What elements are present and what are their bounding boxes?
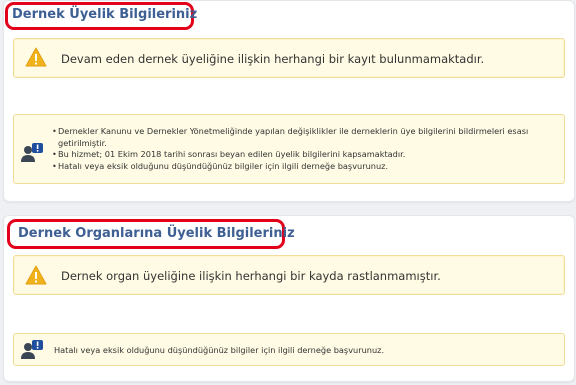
organs-warning-text: Dernek organ üyeliğine ilişkin herhangi … xyxy=(61,269,441,283)
membership-warning-text: Devam eden dernek üyeliğine ilişkin herh… xyxy=(61,52,485,66)
organs-card: Dernek Organlarına Üyelik Bilgileriniz D… xyxy=(3,215,575,382)
membership-info-list: Dernekler Kanunu ve Dernekler Yönetmeliğ… xyxy=(52,126,556,172)
organs-info-text: Hatalı veya eksik olduğunu düşündüğünüz … xyxy=(54,345,385,355)
info-list-item: Hatalı veya eksik olduğunu düşündüğünüz … xyxy=(52,161,556,173)
membership-info-box: Dernekler Kanunu ve Dernekler Yönetmeliğ… xyxy=(13,114,565,184)
organs-warning-box: Dernek organ üyeliğine ilişkin herhangi … xyxy=(13,255,565,295)
user-info-icon xyxy=(21,340,43,359)
membership-card: Dernek Üyelik Bilgileriniz Devam eden de… xyxy=(3,0,575,202)
membership-warning-box: Devam eden dernek üyeliğine ilişkin herh… xyxy=(13,38,565,78)
organs-info-box: Hatalı veya eksik olduğunu düşündüğünüz … xyxy=(13,333,565,366)
membership-title: Dernek Üyelik Bilgileriniz xyxy=(12,7,198,22)
warning-icon xyxy=(25,47,47,67)
organs-title: Dernek Organlarına Üyelik Bilgileriniz xyxy=(18,226,295,241)
warning-icon xyxy=(25,265,47,285)
info-list-item: Dernekler Kanunu ve Dernekler Yönetmeliğ… xyxy=(52,126,556,149)
info-list-item: Bu hizmet; 01 Ekim 2018 tarihi sonrası b… xyxy=(52,149,556,161)
user-info-icon xyxy=(21,143,43,162)
